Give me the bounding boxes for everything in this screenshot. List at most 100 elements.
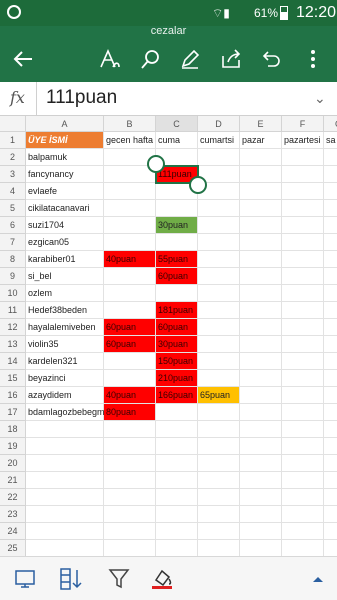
grid-cell[interactable] <box>282 455 324 472</box>
expand-arrow-icon[interactable] <box>306 567 330 591</box>
sort-icon[interactable] <box>60 567 84 591</box>
grid-cell[interactable] <box>26 438 104 455</box>
grid-cell[interactable] <box>104 302 156 319</box>
row-header[interactable]: 21 <box>0 472 26 489</box>
name-cell[interactable]: si_bel <box>26 268 104 285</box>
filter-icon[interactable] <box>107 567 131 591</box>
grid-cell[interactable] <box>282 438 324 455</box>
grid-cell[interactable] <box>26 421 104 438</box>
name-cell[interactable]: kardelen321 <box>26 353 104 370</box>
pen-icon[interactable] <box>175 44 205 74</box>
grid-cell[interactable] <box>282 319 324 336</box>
name-cell[interactable]: cikilatacanavari <box>26 200 104 217</box>
grid-cell[interactable] <box>324 268 337 285</box>
grid-cell[interactable] <box>198 506 240 523</box>
column-header-f[interactable]: F <box>282 116 324 132</box>
grid-cell[interactable] <box>26 506 104 523</box>
grid-cell[interactable] <box>104 438 156 455</box>
grid-cell[interactable] <box>282 166 324 183</box>
row-header[interactable]: 6 <box>0 217 26 234</box>
grid-cell[interactable] <box>198 540 240 556</box>
text-format-icon[interactable] <box>95 44 125 74</box>
grid-cell[interactable] <box>104 421 156 438</box>
header-cell-gecen-hafta[interactable]: gecen hafta <box>104 132 156 149</box>
row-header[interactable]: 5 <box>0 200 26 217</box>
name-cell[interactable]: suzi1704 <box>26 217 104 234</box>
name-cell[interactable]: evlaefe <box>26 183 104 200</box>
grid-cell[interactable] <box>324 404 337 421</box>
grid-cell[interactable] <box>324 353 337 370</box>
row-header[interactable]: 3 <box>0 166 26 183</box>
grid-cell[interactable] <box>156 506 198 523</box>
fx-icon[interactable]: fx <box>10 88 25 107</box>
grid-cell[interactable] <box>156 421 198 438</box>
grid-cell[interactable] <box>282 370 324 387</box>
column-header-c[interactable]: C <box>156 116 198 132</box>
grid-cell[interactable] <box>240 455 282 472</box>
grid-cell[interactable] <box>324 370 337 387</box>
grid-cell[interactable] <box>240 302 282 319</box>
score-cell[interactable]: 65puan <box>198 387 240 404</box>
grid-cell[interactable] <box>198 438 240 455</box>
header-cell-cumartsi[interactable]: cumartsi <box>198 132 240 149</box>
grid-cell[interactable] <box>282 149 324 166</box>
score-cell[interactable]: 60puan <box>104 336 156 353</box>
grid-cell[interactable] <box>240 489 282 506</box>
grid-cell[interactable] <box>324 234 337 251</box>
grid-cell[interactable] <box>198 268 240 285</box>
grid-cell[interactable] <box>240 319 282 336</box>
name-cell[interactable]: beyazinci <box>26 370 104 387</box>
grid-cell[interactable] <box>104 285 156 302</box>
score-cell[interactable]: 40puan <box>104 251 156 268</box>
grid-cell[interactable] <box>282 285 324 302</box>
grid-cell[interactable] <box>156 489 198 506</box>
score-cell[interactable]: 60puan <box>156 268 198 285</box>
grid-cell[interactable] <box>104 268 156 285</box>
grid-cell[interactable] <box>104 472 156 489</box>
grid-cell[interactable] <box>240 285 282 302</box>
row-header[interactable]: 10 <box>0 285 26 302</box>
grid-cell[interactable] <box>282 183 324 200</box>
name-cell[interactable]: ezgican05 <box>26 234 104 251</box>
row-header[interactable]: 1 <box>0 132 26 149</box>
row-header[interactable]: 7 <box>0 234 26 251</box>
chevron-down-icon[interactable]: ⌄ <box>314 90 326 107</box>
grid-cell[interactable] <box>156 404 198 421</box>
selection-handle-top-left[interactable] <box>147 155 165 173</box>
row-header[interactable]: 2 <box>0 149 26 166</box>
grid-cell[interactable] <box>198 472 240 489</box>
score-cell[interactable]: 166puan <box>156 387 198 404</box>
grid-cell[interactable] <box>198 421 240 438</box>
grid-cell[interactable] <box>324 183 337 200</box>
grid-cell[interactable] <box>240 540 282 556</box>
grid-cell[interactable] <box>26 523 104 540</box>
grid-cell[interactable] <box>198 217 240 234</box>
grid-cell[interactable] <box>104 506 156 523</box>
name-cell[interactable]: balpamuk <box>26 149 104 166</box>
grid-cell[interactable] <box>282 268 324 285</box>
column-header-a[interactable]: A <box>26 116 104 132</box>
grid-cell[interactable] <box>240 336 282 353</box>
grid-cell[interactable] <box>240 268 282 285</box>
grid-cell[interactable] <box>282 523 324 540</box>
row-header[interactable]: 14 <box>0 353 26 370</box>
column-header-e[interactable]: E <box>240 116 282 132</box>
formula-input[interactable]: 111puan <box>46 87 117 109</box>
grid-cell[interactable] <box>282 472 324 489</box>
undo-icon[interactable] <box>256 44 286 74</box>
name-cell[interactable]: ozlem <box>26 285 104 302</box>
grid-cell[interactable] <box>240 149 282 166</box>
column-header-b[interactable]: B <box>104 116 156 132</box>
grid-cell[interactable] <box>240 421 282 438</box>
grid-cell[interactable] <box>324 285 337 302</box>
grid-cell[interactable] <box>324 217 337 234</box>
grid-cell[interactable] <box>26 489 104 506</box>
grid-cell[interactable] <box>240 438 282 455</box>
grid-cell[interactable] <box>282 353 324 370</box>
grid-cell[interactable] <box>240 404 282 421</box>
row-header[interactable]: 8 <box>0 251 26 268</box>
header-cell-pazar[interactable]: pazar <box>240 132 282 149</box>
back-arrow-icon[interactable] <box>8 44 38 74</box>
grid-cell[interactable] <box>324 336 337 353</box>
grid-cell[interactable] <box>282 336 324 353</box>
